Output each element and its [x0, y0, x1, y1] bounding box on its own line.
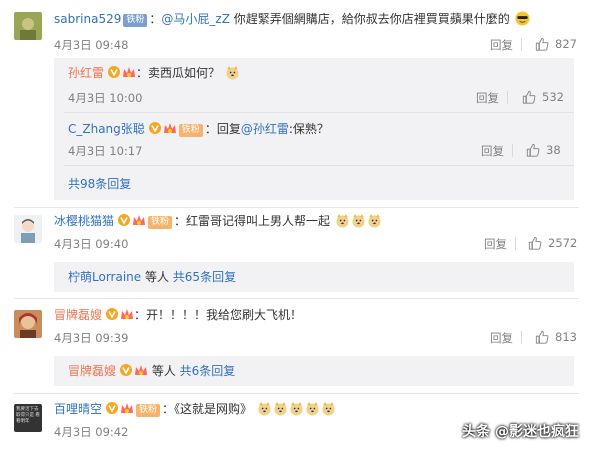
vip-v-icon	[106, 308, 119, 320]
more-replies-link[interactable]: 柠萌Lorraine 等人 共65条回复	[68, 269, 236, 285]
more-replies-count: 共6条回复	[179, 364, 236, 378]
doge-icon	[274, 401, 287, 416]
thumbs-up-icon	[528, 236, 542, 250]
like-count: 532	[542, 90, 564, 104]
divider	[521, 38, 522, 51]
comment-line: 百哩晴空 铁粉 ：《这就是网购》	[54, 401, 336, 417]
vip-v-icon	[108, 66, 121, 78]
crown-icon	[123, 67, 136, 77]
comment-text: 你趕緊弄個網購店，給你叔去你店裡買買蘋果什麼的	[233, 12, 510, 26]
comment-username[interactable]: sabrina529	[54, 12, 121, 26]
avatar[interactable]	[14, 12, 42, 40]
thumbs-up-icon	[535, 37, 549, 51]
doge-icon	[322, 401, 335, 416]
fan-badge: 铁粉	[123, 14, 148, 27]
reply-button[interactable]: 回复	[481, 144, 504, 158]
reply-button[interactable]: 回复	[476, 91, 499, 105]
divider	[64, 112, 574, 113]
mention-link[interactable]: @马小屁_zZ	[161, 12, 230, 26]
like-count: 827	[555, 37, 577, 51]
vip-v-icon	[148, 122, 161, 134]
fan-badge: 铁粉	[178, 124, 203, 137]
fan-badge: 铁粉	[148, 216, 173, 229]
comment-time: 4月3日 09:39	[54, 331, 129, 345]
vip-v-icon	[118, 214, 131, 226]
sub-reply-text: :保熟？	[288, 122, 329, 136]
vip-v-icon	[120, 364, 133, 376]
crown-icon	[133, 215, 146, 225]
avatar[interactable]: 我要活下去 取得只是 看看明年	[14, 404, 42, 432]
thumbs-up-icon	[526, 143, 540, 157]
sub-reply-prefix: ：回复	[204, 122, 241, 136]
like-count: 813	[555, 330, 577, 344]
sub-reply-line: C_Zhang张聪 铁粉 ：回复@孙红雷:保熟？	[68, 121, 329, 137]
divider	[14, 298, 579, 299]
like-button[interactable]: 813	[535, 330, 577, 344]
comment-line: 冰樱桃猫猫 铁粉 ：红雷哥记得叫上男人帮一起	[54, 213, 382, 229]
more-replies-link[interactable]: 共98条回复	[68, 176, 131, 192]
avatar-caption: 我要活下去 取得只是 看看明年	[16, 407, 40, 424]
doge-icon	[368, 213, 381, 228]
doge-icon	[336, 213, 349, 228]
divider	[14, 393, 579, 394]
thumbs-up-icon	[535, 330, 549, 344]
sub-reply-time: 4月3日 10:17	[68, 144, 143, 158]
more-replies-count: 共98条回复	[68, 177, 132, 191]
like-count: 38	[546, 143, 561, 157]
more-replies-count: 共65条回复	[172, 270, 237, 284]
doge-icon	[226, 65, 239, 80]
divider	[512, 144, 513, 157]
fan-badge: 铁粉	[136, 404, 161, 417]
like-count: 2572	[548, 236, 578, 250]
doge-icon	[258, 401, 271, 416]
sub-reply-username[interactable]: C_Zhang张聪	[68, 122, 145, 136]
comment-text: ：红雷哥记得叫上男人帮一起	[174, 214, 331, 228]
more-replies-link[interactable]: 冒牌磊嫂 等人 共6条回复	[68, 363, 235, 379]
divider	[64, 165, 574, 166]
comment-username[interactable]: 冒牌磊嫂	[54, 308, 102, 322]
comment-time: 4月3日 09:42	[54, 425, 129, 439]
sub-reply-time: 4月3日 10:00	[68, 91, 143, 105]
more-replies-user[interactable]: 柠萌Lorraine	[68, 270, 141, 284]
sub-reply-text: ：卖西瓜如何？	[136, 66, 221, 80]
comment-text: ：开！！！！我给您刷大飞机！	[134, 308, 303, 322]
like-button[interactable]: 827	[535, 37, 577, 51]
reply-button[interactable]: 回复	[484, 237, 507, 251]
more-replies-mid: 等人	[141, 270, 173, 284]
divider	[14, 207, 579, 208]
mention-link[interactable]: @孙红雷	[241, 122, 289, 136]
more-replies-mid: 等人	[148, 364, 180, 378]
doge-icon	[352, 213, 365, 228]
comment-line: 冒牌磊嫂 ：开！！！！我给您刷大飞机！	[54, 307, 302, 323]
crown-icon	[135, 365, 148, 375]
like-button[interactable]: 38	[526, 143, 561, 157]
watermark: 头条 @影迷也疯狂	[462, 424, 579, 440]
crown-icon	[121, 403, 134, 413]
doge-icon	[306, 401, 319, 416]
like-button[interactable]: 532	[522, 90, 564, 104]
comment-username[interactable]: 百哩晴空	[54, 402, 102, 416]
comment-line: sabrina529 铁粉 ：@马小屁_zZ 你趕緊弄個網購店，給你叔去你店裡買買蘋…	[54, 11, 530, 27]
sub-reply-line: 孙红雷 ：卖西瓜如何？	[68, 65, 240, 81]
divider	[515, 237, 516, 250]
divider	[521, 331, 522, 344]
crown-icon	[121, 309, 134, 319]
reply-button[interactable]: 回复	[490, 38, 513, 52]
comment-time: 4月3日 09:40	[54, 237, 129, 251]
comment-username[interactable]: 冰樱桃猫猫	[54, 214, 114, 228]
reply-button[interactable]: 回复	[490, 331, 513, 345]
thumbs-up-icon	[522, 90, 536, 104]
crown-icon	[163, 123, 176, 133]
avatar[interactable]	[14, 215, 42, 243]
avatar[interactable]	[14, 310, 42, 338]
doge-icon	[290, 401, 303, 416]
comment-text: ：《这就是网购》	[162, 402, 253, 416]
comment-time: 4月3日 09:48	[54, 38, 129, 52]
divider	[507, 91, 508, 104]
more-replies-user[interactable]: 冒牌磊嫂	[68, 364, 116, 378]
cool-face-icon	[515, 11, 530, 26]
vip-v-icon	[106, 402, 119, 414]
sub-reply-username[interactable]: 孙红雷	[68, 66, 104, 80]
like-button[interactable]: 2572	[528, 236, 577, 250]
